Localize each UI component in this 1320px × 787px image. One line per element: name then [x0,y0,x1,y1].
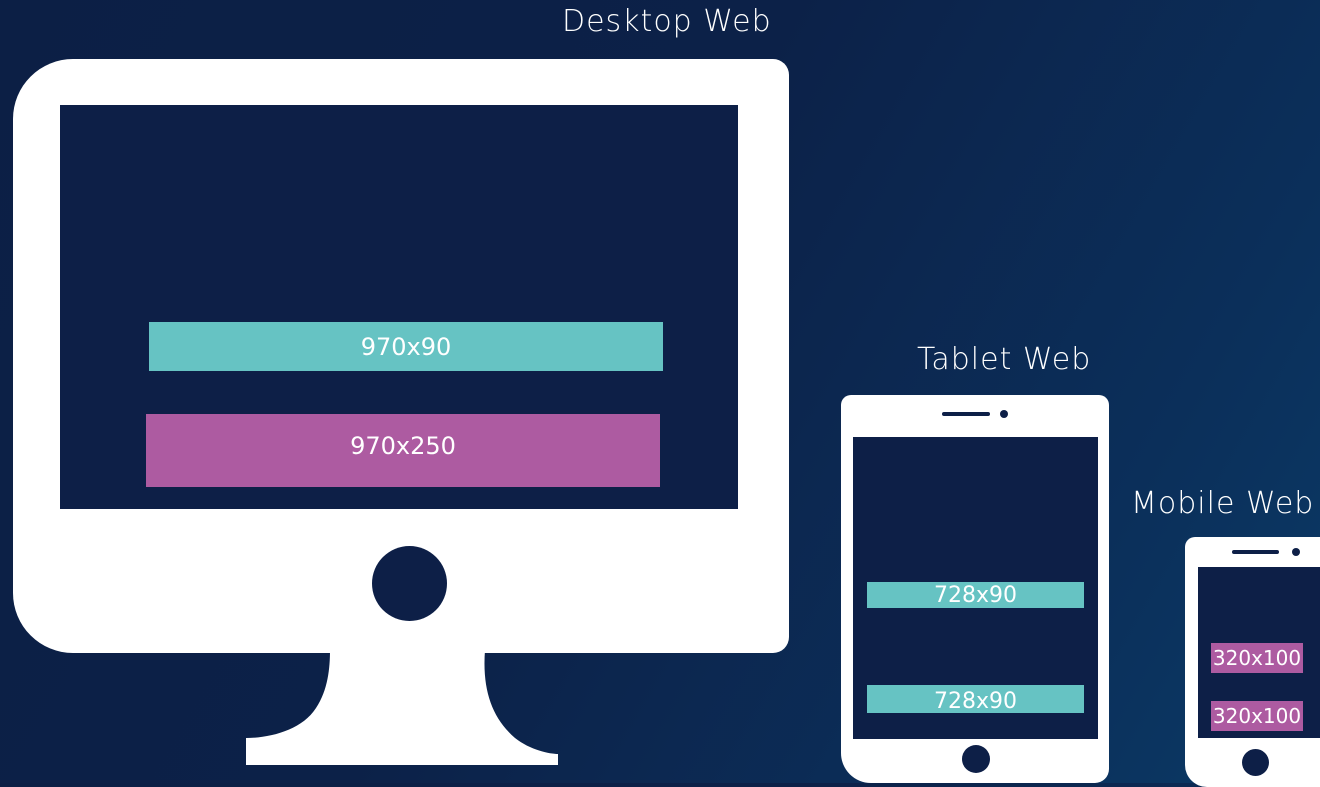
desktop-stand-icon [246,650,558,765]
desktop-ad-970x90: 970x90 [149,322,663,371]
mobile-speaker-icon [1232,550,1279,554]
tablet-ad-728x90-top: 728x90 [867,582,1084,608]
mobile-camera-icon [1292,548,1300,556]
desktop-logo-circle [372,546,447,621]
tablet-speaker-icon [942,412,990,416]
tablet-ad-728x90-bottom: 728x90 [867,685,1084,714]
desktop-ad-970x250: 970x250 [146,414,660,487]
desktop-web-label: Desktop Web [562,4,772,39]
mobile-ad-320x100-bottom: 320x100 [1211,701,1303,731]
tablet-web-label: Tablet Web [917,342,1092,377]
mobile-ad-320x100-top: 320x100 [1211,643,1303,673]
tablet-camera-icon [1000,410,1008,418]
mobile-home-button-icon [1242,749,1269,776]
mobile-web-label: Mobile Web [1131,486,1315,521]
tablet-home-button-icon [962,745,990,773]
